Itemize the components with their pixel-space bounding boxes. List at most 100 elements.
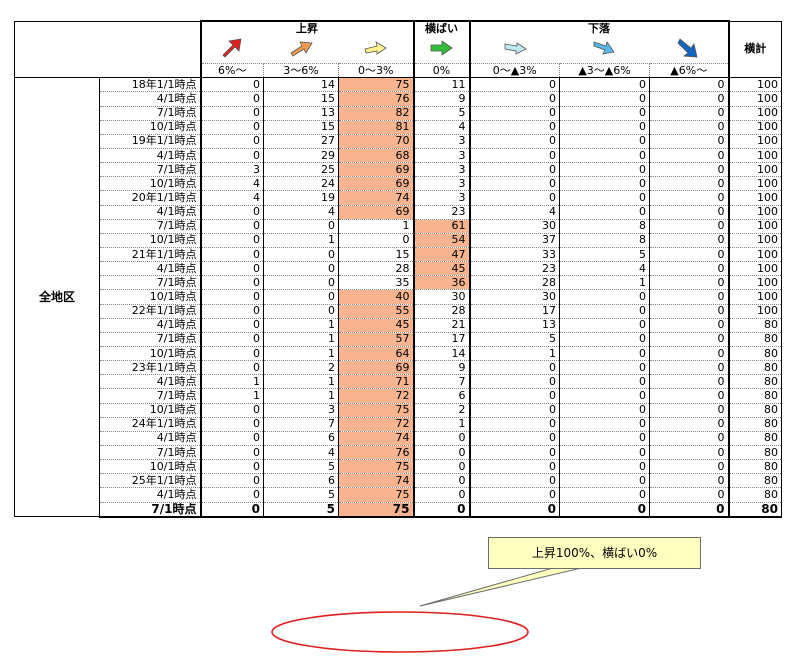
- value-cell: 0: [263, 219, 339, 234]
- row-total-cell: 80: [728, 403, 782, 418]
- value-cell: 8: [559, 219, 650, 234]
- row-date-label: 10/1時点: [99, 403, 202, 418]
- table-row: 10/1時点 0 5 75 0 0 0 0 80: [15, 459, 782, 475]
- corner-cell: [14, 20, 202, 79]
- row-total-cell: 80: [728, 431, 782, 446]
- arrow-down-weak-cell: [468, 35, 560, 64]
- value-cell: 0: [649, 120, 730, 135]
- value-cell: 0: [559, 332, 650, 347]
- table-body: 全地区 18年1/1時点 0 14 75 11 0 0 0 100 4/1時点 0 15 76 9 0 0 0 10…: [14, 77, 782, 518]
- value-cell: 75: [338, 77, 414, 93]
- value-cell: 0: [412, 459, 471, 475]
- value-cell: 27: [263, 134, 339, 149]
- row-total-cell: 100: [728, 233, 782, 248]
- row-total-cell: 80: [728, 332, 782, 347]
- value-cell: 2: [412, 403, 471, 418]
- value-cell: 72: [338, 388, 414, 404]
- row-date-label: 7/1時点: [99, 162, 202, 178]
- value-cell: 1: [263, 233, 339, 248]
- area-label: 全地区: [14, 77, 100, 518]
- value-cell: 1: [263, 346, 339, 362]
- range-label: 0%: [412, 63, 471, 79]
- value-cell: 4: [412, 120, 471, 135]
- value-cell: 0: [263, 261, 339, 277]
- table-row: 4/1時点 0 6 74 0 0 0 0 80: [15, 431, 782, 446]
- value-cell: 7: [412, 374, 471, 390]
- row-date-label: 19年1/1時点: [99, 134, 202, 149]
- value-cell: 0: [649, 205, 730, 220]
- value-cell: 0: [559, 148, 650, 164]
- value-cell: 0: [649, 346, 730, 362]
- value-cell: 0: [559, 459, 650, 475]
- row-date-label: 10/1時点: [99, 289, 202, 305]
- value-cell: 0: [200, 304, 264, 319]
- row-date-label: 21年1/1時点: [99, 247, 202, 263]
- table-row: 7/1時点 0 0 1 61 30 8 0 100: [15, 219, 782, 234]
- row-total-cell: 100: [728, 120, 782, 135]
- table-row: 7/1時点 3 25 69 3 0 0 0 100: [15, 162, 782, 178]
- value-cell: 74: [338, 431, 414, 446]
- table-row: 4/1時点 0 1 45 21 13 0 0 80: [15, 318, 782, 333]
- value-cell: 0: [200, 120, 264, 135]
- range-label: ▲3～▲6%: [559, 63, 650, 79]
- value-cell: 0: [200, 473, 264, 489]
- value-cell: 0: [200, 91, 264, 107]
- value-cell: 69: [338, 360, 414, 376]
- value-cell: 3: [412, 162, 471, 178]
- value-cell: 0: [559, 417, 650, 432]
- value-cell: 6: [412, 388, 471, 404]
- value-cell: 0: [649, 219, 730, 234]
- value-cell: 25: [263, 162, 339, 178]
- row-date-label: 4/1時点: [99, 148, 202, 164]
- value-cell: 3: [412, 134, 471, 149]
- value-cell: 64: [338, 346, 414, 362]
- row-total-cell: 100: [728, 261, 782, 277]
- value-cell: 0: [263, 289, 339, 305]
- value-cell: 14: [263, 77, 339, 93]
- highlight-ellipse: [271, 611, 529, 653]
- value-cell: 74: [338, 473, 414, 489]
- row-date-label: 24年1/1時点: [99, 417, 202, 432]
- value-cell: 37: [469, 233, 560, 248]
- value-cell: 30: [469, 289, 560, 305]
- value-cell: 0: [649, 403, 730, 418]
- table-row: 21年1/1時点 0 0 15 47 33 5 0 100: [15, 247, 782, 263]
- value-cell: 0: [200, 233, 264, 248]
- value-cell: 23: [469, 261, 560, 277]
- value-cell: 4: [469, 205, 560, 220]
- value-cell: 0: [649, 445, 730, 461]
- value-cell: 0: [469, 148, 560, 164]
- value-cell: 0: [559, 162, 650, 178]
- value-cell: 0: [559, 318, 650, 333]
- value-cell: 0: [200, 261, 264, 277]
- row-date-label: 10/1時点: [99, 233, 202, 248]
- value-cell: 3: [412, 176, 471, 192]
- value-cell: 0: [649, 77, 730, 93]
- value-cell: 0: [412, 431, 471, 446]
- value-cell: 76: [338, 445, 414, 461]
- table-row: 22年1/1時点 0 0 55 28 17 0 0 100: [15, 304, 782, 319]
- value-cell: 0: [559, 106, 650, 121]
- value-cell: 3: [263, 403, 339, 418]
- value-cell: 1: [338, 219, 414, 234]
- table-row: 7/1時点 0 13 82 5 0 0 0 100: [15, 106, 782, 121]
- value-cell: 30: [469, 219, 560, 234]
- table-row: 10/1時点 0 3 75 2 0 0 0 80: [15, 403, 782, 418]
- value-cell: 19: [263, 190, 339, 206]
- row-total-cell: 100: [728, 247, 782, 263]
- value-cell: 0: [559, 487, 650, 503]
- value-cell: 3: [412, 148, 471, 164]
- value-cell: 30: [412, 289, 471, 305]
- row-total-cell: 80: [728, 374, 782, 390]
- value-cell: 75: [338, 403, 414, 418]
- value-cell: 0: [649, 233, 730, 248]
- callout-note: 上昇100%、横ばい0%: [488, 537, 701, 569]
- value-cell: 5: [263, 502, 339, 518]
- value-cell: 3: [412, 190, 471, 206]
- value-cell: 1: [263, 374, 339, 390]
- value-cell: 0: [559, 360, 650, 376]
- table-row: 4/1時点 0 4 69 23 4 0 0 100: [15, 205, 782, 220]
- value-cell: 0: [559, 205, 650, 220]
- row-total-cell: 80: [728, 502, 782, 518]
- value-cell: 0: [649, 502, 730, 518]
